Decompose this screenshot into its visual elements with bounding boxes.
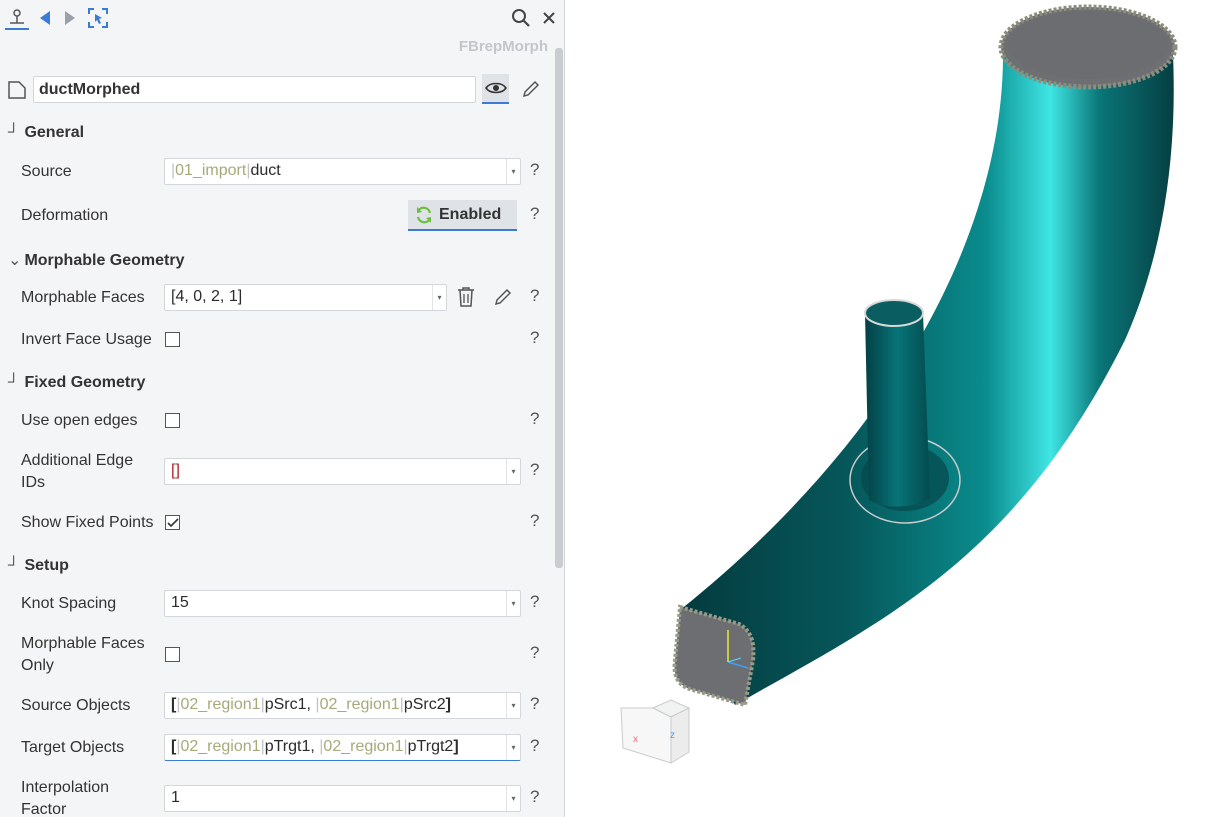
additional-edge-ids-label-1: Additional Edge xyxy=(21,452,134,469)
target-objects-combo[interactable]: [|02_region1|pTrgt1, |02_region1|pTrgt2]… xyxy=(164,734,521,761)
chevron-down-icon[interactable]: ▾ xyxy=(506,786,520,811)
source-prefix: 01_import xyxy=(175,162,247,179)
knot-spacing-label: Knot Spacing xyxy=(21,595,117,612)
node-type-label: FBrepMorph xyxy=(458,38,548,55)
visibility-toggle[interactable] xyxy=(482,74,509,104)
back-arrow-icon[interactable] xyxy=(33,6,57,30)
duct-model: x z xyxy=(620,4,1178,764)
knot-spacing-combo[interactable]: 15 ▾ xyxy=(164,590,521,617)
interpolation-factor-value: 1 xyxy=(171,789,180,806)
enabled-label: Enabled xyxy=(439,205,502,223)
section-title: Fixed Geometry xyxy=(24,374,146,391)
help-icon[interactable]: ? xyxy=(530,286,539,306)
use-open-edges-checkbox[interactable] xyxy=(165,413,180,428)
chevron-down-icon[interactable]: ▾ xyxy=(432,285,446,310)
object-ref: pTrgt1, xyxy=(264,738,315,755)
section-title: Setup xyxy=(24,557,69,574)
object-ref: pTrgt2 xyxy=(407,738,454,755)
help-icon[interactable]: ? xyxy=(530,787,539,807)
close-icon[interactable] xyxy=(537,6,561,30)
select-in-view-icon[interactable] xyxy=(86,6,110,30)
additional-edge-ids-value: [] xyxy=(171,462,180,479)
interpolation-factor-label-1: Interpolation xyxy=(21,779,110,796)
help-icon[interactable]: ? xyxy=(530,160,539,180)
section-title: General xyxy=(24,124,85,141)
chevron-down-icon[interactable]: ▾ xyxy=(506,459,520,484)
help-icon[interactable]: ? xyxy=(530,328,539,348)
region-ref: 02_region1 xyxy=(319,696,400,713)
deformation-toggle-button[interactable]: Enabled xyxy=(408,200,517,231)
source-value: duct xyxy=(250,162,281,179)
help-icon[interactable]: ? xyxy=(530,460,539,480)
help-icon[interactable]: ? xyxy=(530,204,539,224)
help-icon[interactable]: ? xyxy=(530,409,539,429)
use-open-edges-label: Use open edges xyxy=(21,412,138,429)
help-icon[interactable]: ? xyxy=(530,511,539,531)
invert-face-usage-label: Invert Face Usage xyxy=(21,331,152,348)
pin-icon[interactable] xyxy=(5,6,29,30)
svg-text:x: x xyxy=(633,734,638,745)
eye-icon xyxy=(484,82,507,94)
show-fixed-points-label: Show Fixed Points xyxy=(21,514,154,531)
morphable-faces-combo[interactable]: [4, 0, 2, 1] ▾ xyxy=(164,284,447,311)
scrollbar-thumb[interactable] xyxy=(555,48,563,568)
source-label: Source xyxy=(21,163,72,180)
svg-text:z: z xyxy=(670,730,675,741)
interpolation-factor-label-2: Factor xyxy=(21,801,67,817)
morphable-faces-only-label-2: Only xyxy=(21,657,54,674)
additional-edge-ids-combo[interactable]: [] ▾ xyxy=(164,458,521,485)
chevron-down-icon[interactable]: ▾ xyxy=(506,735,520,760)
panel-scrollbar[interactable] xyxy=(553,40,564,817)
bracket: ] xyxy=(453,738,459,755)
object-ref: pSrc1, xyxy=(264,696,311,713)
section-morphable-geometry[interactable]: ⌄ Morphable Geometry xyxy=(8,250,184,270)
chevron-down-icon[interactable]: ▾ xyxy=(506,693,520,718)
panel-toolbar xyxy=(0,0,564,36)
properties-panel: FBrepMorph ductMorphed ┘ General Source … xyxy=(0,0,565,817)
morphable-faces-only-label-1: Morphable Faces xyxy=(21,635,145,652)
forward-arrow-icon[interactable] xyxy=(58,6,82,30)
help-icon[interactable]: ? xyxy=(530,736,539,756)
target-objects-label: Target Objects xyxy=(21,739,125,756)
object-ref: pSrc2 xyxy=(403,696,446,713)
help-icon[interactable]: ? xyxy=(530,643,539,663)
help-icon[interactable]: ? xyxy=(530,592,539,612)
interpolation-factor-combo[interactable]: 1 ▾ xyxy=(164,785,521,812)
refresh-icon xyxy=(416,206,432,223)
morphable-faces-only-checkbox[interactable] xyxy=(165,647,180,662)
section-setup[interactable]: ┘ Setup xyxy=(8,557,69,575)
name-row: ductMorphed xyxy=(0,74,564,106)
pencil-icon[interactable] xyxy=(492,286,514,313)
bracket: ] xyxy=(445,696,451,713)
source-objects-combo[interactable]: [|02_region1|pSrc1, |02_region1|pSrc2] ▾ xyxy=(164,692,521,719)
trash-icon[interactable] xyxy=(455,285,477,314)
view-cube-icon[interactable]: x z xyxy=(620,699,691,764)
region-ref: 02_region1 xyxy=(323,738,404,755)
show-fixed-points-checkbox[interactable] xyxy=(165,515,180,530)
section-title: Morphable Geometry xyxy=(24,252,185,269)
checkmark-icon xyxy=(166,517,179,527)
pencil-icon[interactable] xyxy=(520,78,542,105)
search-icon[interactable] xyxy=(509,6,533,30)
morphable-faces-label: Morphable Faces xyxy=(21,289,145,306)
deformation-label: Deformation xyxy=(21,207,109,224)
region-ref: 02_region1 xyxy=(180,738,261,755)
chevron-down-icon[interactable]: ▾ xyxy=(506,591,520,616)
section-fixed-geometry[interactable]: ┘ Fixed Geometry xyxy=(8,374,145,392)
additional-edge-ids-label-2: IDs xyxy=(21,474,45,491)
node-icon xyxy=(7,80,27,105)
region-ref: 02_region1 xyxy=(180,696,261,713)
morphable-faces-value: [4, 0, 2, 1] xyxy=(171,288,243,305)
help-icon[interactable]: ? xyxy=(530,694,539,714)
node-name-input[interactable]: ductMorphed xyxy=(33,76,476,103)
source-objects-label: Source Objects xyxy=(21,697,131,714)
3d-viewport[interactable]: x z xyxy=(565,0,1222,817)
chevron-down-icon[interactable]: ▾ xyxy=(506,159,520,184)
source-combo[interactable]: |01_import|duct ▾ xyxy=(164,158,521,185)
section-general[interactable]: ┘ General xyxy=(8,124,84,142)
knot-spacing-value: 15 xyxy=(171,594,189,611)
invert-face-usage-checkbox[interactable] xyxy=(165,332,180,347)
